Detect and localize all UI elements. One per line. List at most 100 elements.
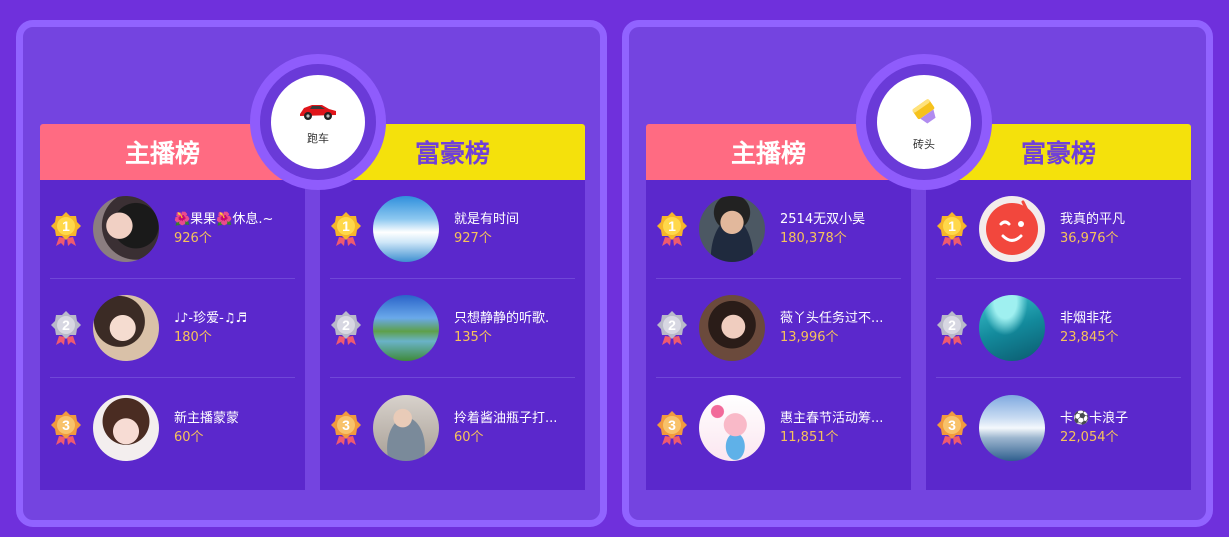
- wink-face-icon: [986, 200, 1038, 255]
- avatar[interactable]: [93, 196, 159, 262]
- gift-badge: 跑车: [250, 54, 386, 190]
- gift-count: 927个: [454, 231, 492, 246]
- avatar[interactable]: [373, 196, 439, 262]
- brick-icon: [907, 93, 941, 132]
- rank-number: 1: [342, 218, 350, 234]
- user-info: 我真的平凡 36,976个: [1060, 210, 1180, 248]
- gift-count: 60个: [174, 429, 204, 445]
- user-nickname[interactable]: 薇丫头任务过不...: [780, 309, 900, 328]
- rank-number: 1: [62, 218, 70, 234]
- avatar[interactable]: [979, 196, 1045, 262]
- user-info: 拎着酱油瓶子打... 60个: [454, 409, 574, 447]
- gold-medal-icon: 1: [50, 211, 82, 247]
- gift-count: 23,845个: [1060, 330, 1119, 345]
- user-info: 只想静静的听歌. 135个: [454, 309, 574, 347]
- user-info: 2514无双小昊 180,378个: [780, 210, 900, 248]
- gift-disc[interactable]: 跑车: [271, 75, 365, 169]
- user-nickname[interactable]: 非烟非花: [1060, 309, 1180, 328]
- user-info: 卡⚽卡浪子 22,054个: [1060, 409, 1180, 447]
- rank-number: 3: [948, 416, 956, 433]
- anchor-leaderboard: 主播榜 1 2514无双小昊 180,378个 2 薇丫头任务过不... 13,…: [646, 124, 911, 517]
- avatar[interactable]: [699, 196, 765, 262]
- silver-medal-icon: 2: [656, 310, 688, 346]
- user-nickname[interactable]: 🌺果果🌺休息.~: [174, 210, 294, 229]
- list-item[interactable]: 3 新主播蒙蒙 60个: [50, 378, 295, 477]
- rich-leaderboard: 富豪榜 1 我真的平凡 36,976个 2 非烟非花 23,845个 3 卡⚽卡…: [926, 124, 1191, 517]
- gift-badge: 砖头: [856, 54, 992, 190]
- anchor-list: 1 2514无双小昊 180,378个 2 薇丫头任务过不... 13,996个…: [646, 180, 911, 490]
- user-nickname[interactable]: 卡⚽卡浪子: [1060, 409, 1180, 428]
- user-nickname[interactable]: 拎着酱油瓶子打...: [454, 409, 574, 428]
- rank-number: 1: [948, 218, 956, 234]
- list-item[interactable]: 3 卡⚽卡浪子 22,054个: [936, 378, 1181, 477]
- list-item[interactable]: 2 非烟非花 23,845个: [936, 279, 1181, 378]
- gold-medal-icon: 1: [936, 211, 968, 247]
- list-item[interactable]: 2 ♩♪-珍爱-♫♬ 180个: [50, 279, 295, 378]
- list-item[interactable]: 1 我真的平凡 36,976个: [936, 180, 1181, 279]
- rank-number: 3: [62, 416, 70, 433]
- avatar[interactable]: [699, 295, 765, 361]
- list-item[interactable]: 1 🌺果果🌺休息.~ 926个: [50, 180, 295, 279]
- user-nickname[interactable]: 惠主春节活动筹...: [780, 409, 900, 428]
- user-info: 🌺果果🌺休息.~ 926个: [174, 210, 294, 248]
- bronze-medal-icon: 3: [656, 410, 688, 446]
- avatar[interactable]: [373, 394, 439, 461]
- avatar[interactable]: [373, 295, 439, 361]
- avatar[interactable]: [699, 394, 765, 461]
- list-item[interactable]: 3 拎着酱油瓶子打... 60个: [330, 378, 575, 477]
- gift-name: 跑车: [307, 131, 329, 145]
- rich-leaderboard: 富豪榜 1 就是有时间 927个 2 只想静静的听歌. 135个 3 拎着酱油瓶…: [320, 124, 585, 517]
- rank-number: 1: [668, 218, 676, 234]
- user-info: 薇丫头任务过不... 13,996个: [780, 309, 900, 347]
- avatar[interactable]: [93, 394, 159, 461]
- gold-medal-icon: 1: [330, 211, 362, 247]
- gift-count: 180个: [174, 330, 212, 345]
- rank-number: 3: [668, 416, 676, 433]
- bronze-medal-icon: 3: [936, 410, 968, 446]
- rank-number: 3: [342, 416, 350, 433]
- list-item[interactable]: 2 薇丫头任务过不... 13,996个: [656, 279, 901, 378]
- gift-disc[interactable]: 砖头: [877, 75, 971, 169]
- gift-badge-ring: 砖头: [866, 64, 982, 180]
- gift-count: 13,996个: [780, 330, 839, 345]
- list-item[interactable]: 1 就是有时间 927个: [330, 180, 575, 279]
- avatar[interactable]: [93, 295, 159, 361]
- silver-medal-icon: 2: [330, 310, 362, 346]
- rank-number: 2: [342, 317, 350, 333]
- bronze-medal-icon: 3: [330, 410, 362, 446]
- silver-medal-icon: 2: [936, 310, 968, 346]
- list-item[interactable]: 2 只想静静的听歌. 135个: [330, 279, 575, 378]
- list-item[interactable]: 1 2514无双小昊 180,378个: [656, 180, 901, 279]
- rich-list: 1 就是有时间 927个 2 只想静静的听歌. 135个 3 拎着酱油瓶子打..…: [320, 180, 585, 490]
- rich-list: 1 我真的平凡 36,976个 2 非烟非花 23,845个 3 卡⚽卡浪子 2…: [926, 180, 1191, 490]
- gift-count: 926个: [174, 231, 212, 246]
- user-info: 非烟非花 23,845个: [1060, 309, 1180, 347]
- user-nickname[interactable]: 只想静静的听歌.: [454, 309, 574, 328]
- anchor-leaderboard: 主播榜 1 🌺果果🌺休息.~ 926个 2 ♩♪-珍爱-♫♬ 180个 3 新主…: [40, 124, 305, 517]
- gift-count: 22,054个: [1060, 429, 1119, 445]
- sports-car-icon: [298, 99, 338, 126]
- gift-count: 135个: [454, 330, 492, 345]
- user-nickname[interactable]: ♩♪-珍爱-♫♬: [174, 309, 294, 328]
- user-nickname[interactable]: 我真的平凡: [1060, 210, 1180, 229]
- user-info: ♩♪-珍爱-♫♬ 180个: [174, 309, 294, 347]
- list-item[interactable]: 3 惠主春节活动筹... 11,851个: [656, 378, 901, 477]
- user-nickname[interactable]: 新主播蒙蒙: [174, 409, 294, 428]
- user-info: 新主播蒙蒙 60个: [174, 409, 294, 447]
- rank-number: 2: [948, 317, 956, 333]
- user-info: 就是有时间 927个: [454, 210, 574, 248]
- gift-badge-ring: 跑车: [260, 64, 376, 180]
- user-nickname[interactable]: 2514无双小昊: [780, 210, 900, 229]
- gift-count: 36,976个: [1060, 231, 1119, 246]
- user-nickname[interactable]: 就是有时间: [454, 210, 574, 229]
- avatar[interactable]: [979, 394, 1045, 461]
- avatar[interactable]: [979, 295, 1045, 361]
- gift-count: 180,378个: [780, 231, 847, 246]
- leaderboard-panel-brick: 主播榜 1 2514无双小昊 180,378个 2 薇丫头任务过不... 13,…: [622, 20, 1213, 527]
- bronze-medal-icon: 3: [50, 410, 82, 446]
- gift-name: 砖头: [913, 137, 935, 151]
- silver-medal-icon: 2: [50, 310, 82, 346]
- user-info: 惠主春节活动筹... 11,851个: [780, 409, 900, 447]
- gold-medal-icon: 1: [656, 211, 688, 247]
- gift-count: 60个: [454, 429, 484, 445]
